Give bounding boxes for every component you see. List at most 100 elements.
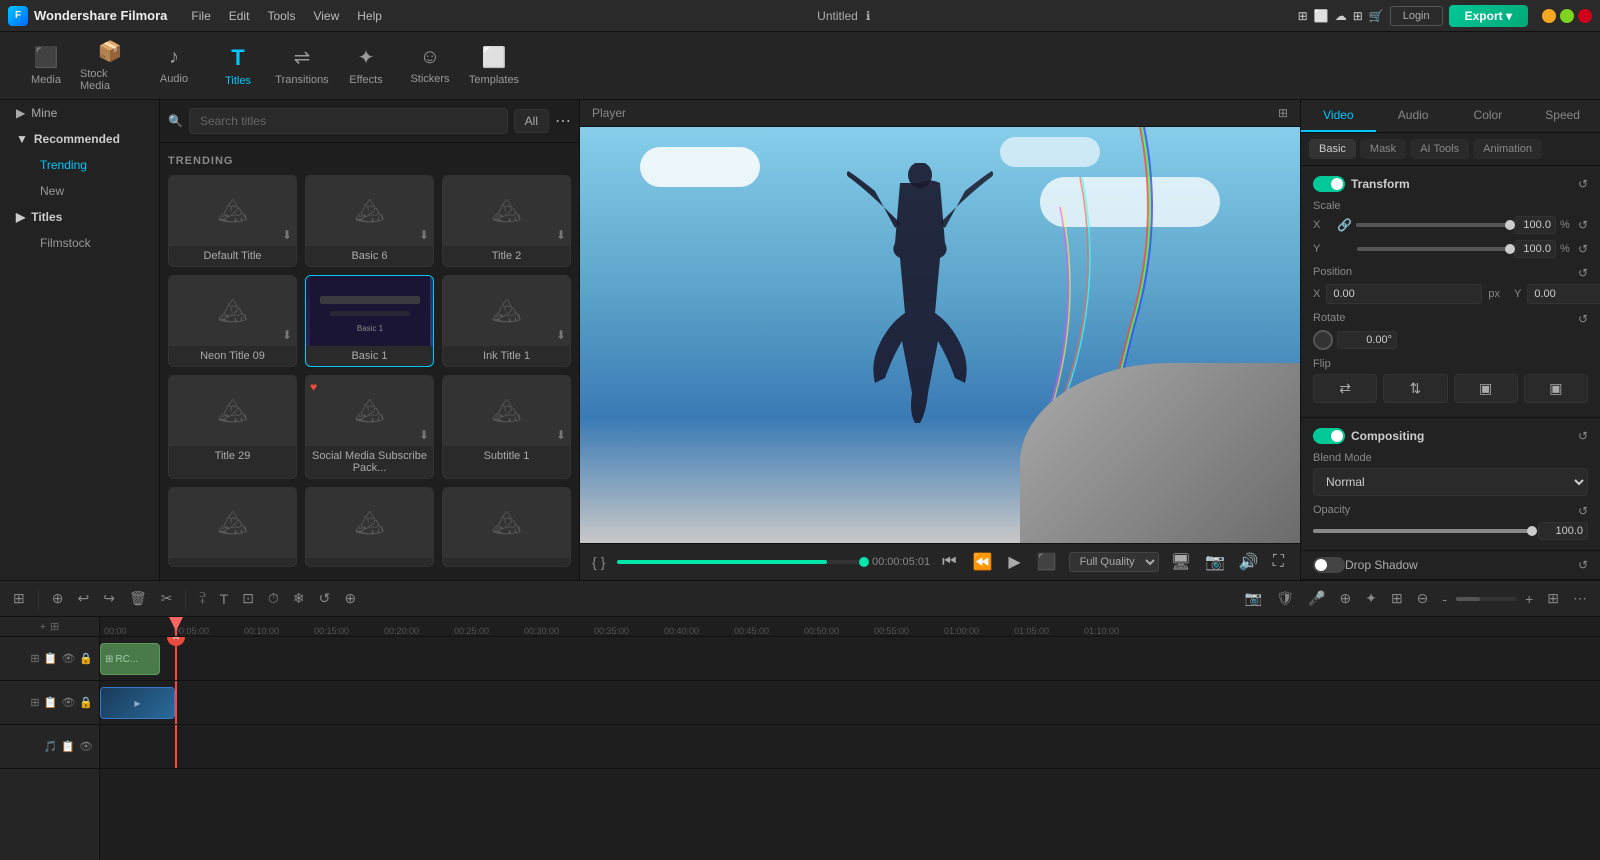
opacity-slider[interactable] bbox=[1313, 529, 1532, 533]
title-card-neon09[interactable]: 🏔 ⬇ Neon Title 09 bbox=[168, 275, 297, 367]
track2-icon-2[interactable]: 📋 bbox=[44, 696, 58, 709]
track1-icon-4[interactable]: 🔒 bbox=[79, 652, 93, 665]
title-card-social[interactable]: 🏔 ♥ ⬇ Social Media Subscribe Pack... bbox=[305, 375, 434, 479]
download-icon[interactable]: ⬇ bbox=[419, 228, 429, 242]
menu-edit[interactable]: Edit bbox=[221, 6, 258, 26]
tool-transitions[interactable]: ⇌ Transitions bbox=[272, 38, 332, 94]
sub-tab-basic[interactable]: Basic bbox=[1309, 139, 1356, 159]
tool-templates[interactable]: ⬜ Templates bbox=[464, 38, 524, 94]
compositing-reset-icon[interactable]: ↺ bbox=[1578, 429, 1588, 443]
download-icon[interactable]: ⬇ bbox=[282, 228, 292, 242]
title-card-title2[interactable]: 🏔 ⬇ Title 2 bbox=[442, 175, 571, 267]
position-reset[interactable]: ↺ bbox=[1578, 266, 1588, 280]
tool-audio[interactable]: ♪ Audio bbox=[144, 38, 204, 94]
pos-y-value[interactable] bbox=[1527, 284, 1600, 304]
export-button[interactable]: Export ▾ bbox=[1449, 5, 1528, 27]
monitor-button[interactable]: 🖥 bbox=[1167, 550, 1195, 574]
track3-icon-3[interactable]: 👁 bbox=[79, 740, 93, 753]
zoom-out-button[interactable]: - bbox=[1437, 588, 1452, 610]
title-card-title29[interactable]: 🏔 Title 29 bbox=[168, 375, 297, 479]
tl-tool-split2[interactable]: ⊖ bbox=[1412, 587, 1434, 610]
title-card-extra2[interactable]: 🏔 bbox=[305, 487, 434, 567]
login-button[interactable]: Login bbox=[1390, 6, 1443, 26]
track2-icon-4[interactable]: 🔒 bbox=[79, 696, 93, 709]
tl-tool-mic[interactable]: 🎤 bbox=[1303, 587, 1330, 610]
flip-h-button[interactable]: ⇄ bbox=[1313, 374, 1377, 403]
tl-tool-rotate[interactable]: ↺ bbox=[314, 587, 336, 610]
tl-tool-freeze[interactable]: ❄ bbox=[288, 587, 310, 610]
tl-tool-select[interactable]: ⊞ bbox=[8, 587, 30, 610]
title-card-default[interactable]: 🏔 ⬇ Default Title bbox=[168, 175, 297, 267]
playhead-handle[interactable]: ✕ bbox=[167, 637, 185, 646]
title-card-extra1[interactable]: 🏔 bbox=[168, 487, 297, 567]
menu-help[interactable]: Help bbox=[349, 6, 390, 26]
menu-file[interactable]: File bbox=[183, 6, 218, 26]
flip-sq1-button[interactable]: ▣ bbox=[1454, 374, 1518, 403]
player-expand-icon[interactable]: ⊞ bbox=[1278, 106, 1288, 120]
tab-speed[interactable]: Speed bbox=[1525, 100, 1600, 132]
stop-button[interactable]: ⬛ bbox=[1033, 550, 1061, 574]
tool-media[interactable]: ⬛ Media bbox=[16, 38, 76, 94]
flip-v-button[interactable]: ⇅ bbox=[1383, 374, 1447, 403]
volume-button[interactable]: 🔊 bbox=[1235, 550, 1263, 574]
sidebar-item-titles[interactable]: ▶ Titles bbox=[0, 204, 159, 230]
sub-tab-animation[interactable]: Animation bbox=[1473, 139, 1542, 159]
download-icon[interactable]: ⬇ bbox=[556, 328, 566, 342]
sidebar-item-new[interactable]: New bbox=[24, 178, 159, 204]
search-input[interactable] bbox=[189, 108, 508, 134]
tl-tool-shield[interactable]: 🛡 bbox=[1271, 587, 1299, 610]
tl-tool-layers[interactable]: ⊞ bbox=[1386, 587, 1408, 610]
tl-tool-split[interactable]: ⫀ bbox=[194, 587, 210, 610]
maximize-button[interactable] bbox=[1560, 9, 1574, 23]
download-icon[interactable]: ⬇ bbox=[419, 428, 429, 442]
scale-x-reset[interactable]: ↺ bbox=[1578, 218, 1588, 232]
track1-icon-3[interactable]: 👁 bbox=[61, 652, 75, 665]
pos-x-value[interactable] bbox=[1326, 284, 1482, 304]
more-options-button[interactable]: ⋯ bbox=[555, 111, 571, 131]
tl-tool-dots[interactable]: ⋯ bbox=[1568, 587, 1592, 610]
menu-tools[interactable]: Tools bbox=[259, 6, 303, 26]
tl-tool-delete[interactable]: 🗑 bbox=[124, 587, 152, 610]
zoom-slider[interactable] bbox=[1456, 597, 1516, 601]
fullscreen-button[interactable]: ⛶ bbox=[1269, 551, 1288, 573]
tool-stock-media[interactable]: 📦 Stock Media bbox=[80, 38, 140, 94]
tl-tool-more[interactable]: ⊕ bbox=[339, 587, 361, 610]
download-icon[interactable]: ⬇ bbox=[282, 328, 292, 342]
scale-x-value[interactable] bbox=[1514, 216, 1556, 234]
tl-tool-magnet[interactable]: ⊕ bbox=[47, 587, 69, 610]
sidebar-item-recommended[interactable]: ▼ Recommended bbox=[0, 126, 159, 152]
tool-effects[interactable]: ✦ Effects bbox=[336, 38, 396, 94]
title-card-subtitle1[interactable]: 🏔 ⬇ Subtitle 1 bbox=[442, 375, 571, 479]
scale-y-slider[interactable] bbox=[1357, 247, 1510, 251]
drop-shadow-reset[interactable]: ↺ bbox=[1578, 558, 1588, 572]
sub-tab-mask[interactable]: Mask bbox=[1360, 139, 1406, 159]
transform-reset-icon[interactable]: ↺ bbox=[1578, 177, 1588, 191]
minimize-button[interactable] bbox=[1542, 9, 1556, 23]
menu-view[interactable]: View bbox=[305, 6, 347, 26]
tl-tool-text[interactable]: T bbox=[215, 588, 234, 610]
download-icon[interactable]: ⬇ bbox=[556, 228, 566, 242]
sidebar-item-mine[interactable]: ▶ Mine bbox=[0, 100, 159, 126]
tab-audio[interactable]: Audio bbox=[1376, 100, 1451, 132]
title-card-basic1[interactable]: Basic 1 Basic 1 bbox=[305, 275, 434, 367]
track-settings-icon[interactable]: ⊞ bbox=[50, 620, 59, 633]
tl-tool-speed[interactable]: ⏱ bbox=[263, 587, 284, 610]
opacity-value[interactable] bbox=[1538, 522, 1588, 540]
play-back-button[interactable]: ⏮ bbox=[938, 551, 960, 573]
tl-tool-star[interactable]: ✦ bbox=[1360, 587, 1382, 610]
sidebar-item-trending[interactable]: Trending bbox=[24, 152, 159, 178]
rotate-value[interactable] bbox=[1337, 331, 1397, 349]
track2-icon-3[interactable]: 👁 bbox=[61, 696, 75, 709]
scale-y-reset[interactable]: ↺ bbox=[1578, 242, 1588, 256]
flip-sq2-button[interactable]: ▣ bbox=[1524, 374, 1588, 403]
tab-video[interactable]: Video bbox=[1301, 100, 1376, 132]
tl-tool-grid[interactable]: ⊞ bbox=[1542, 587, 1564, 610]
rotate-reset[interactable]: ↺ bbox=[1578, 312, 1588, 326]
progress-bar[interactable] bbox=[617, 560, 864, 564]
tl-tool-crop[interactable]: ⊡ bbox=[237, 587, 259, 610]
sidebar-item-filmstock[interactable]: Filmstock bbox=[24, 230, 159, 256]
track3-icon-2[interactable]: 📋 bbox=[61, 740, 75, 753]
tl-tool-cut[interactable]: ✂ bbox=[156, 587, 178, 610]
zoom-in-button[interactable]: + bbox=[1520, 588, 1538, 610]
opacity-reset[interactable]: ↺ bbox=[1578, 504, 1588, 518]
